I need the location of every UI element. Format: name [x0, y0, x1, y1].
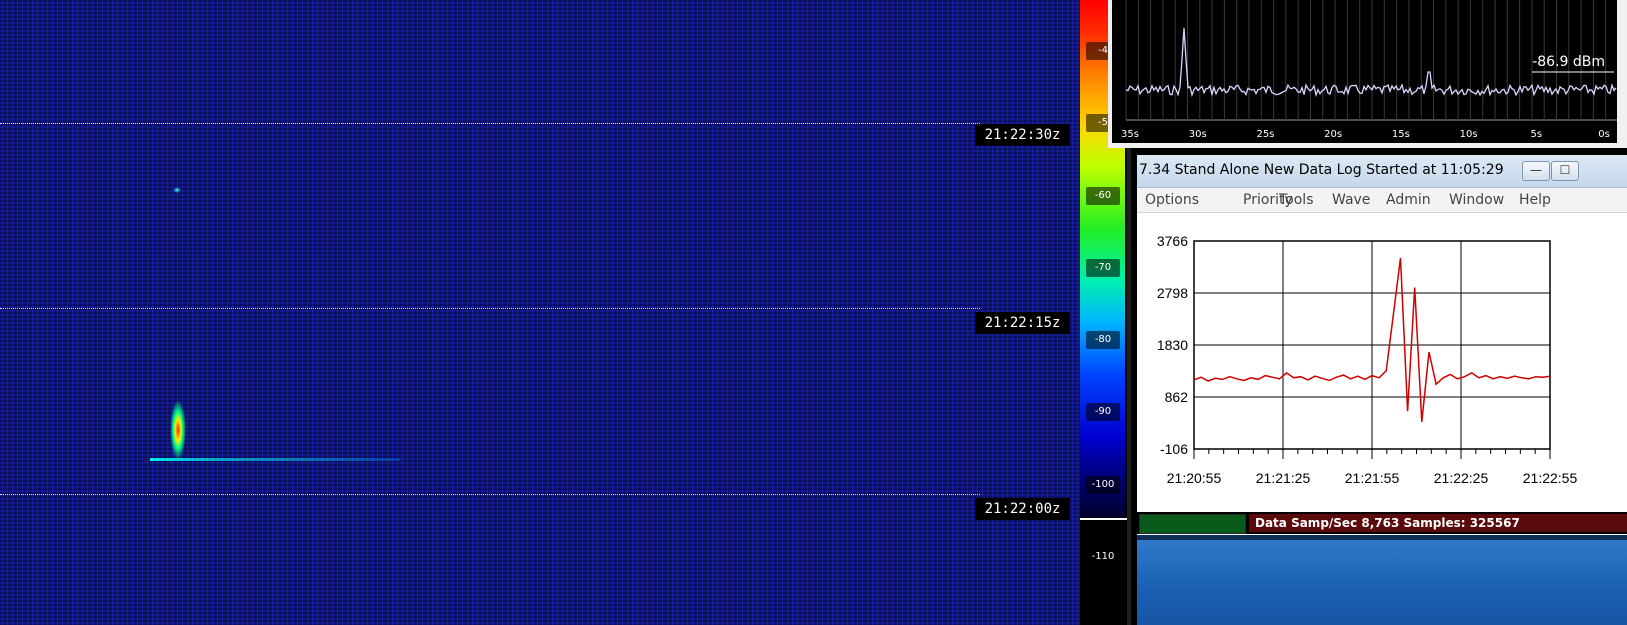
y-tick-label: 2798 [1157, 285, 1188, 301]
power-readout: -86.9 dBm [1532, 54, 1605, 70]
spectrum-tick-label: 0s [1598, 129, 1610, 140]
scale-label: -90 [1086, 403, 1120, 421]
minimize-button[interactable]: — [1522, 161, 1550, 181]
signal-chart: 3766 2798 1830 862 -106 21:20:55 21:21:25 21:21… [1137, 213, 1627, 486]
x-tick-label: 21:21:25 [1256, 470, 1311, 483]
menu-bar: Options Priority Tools Wave Admin Window… [1137, 188, 1627, 213]
time-gridline [0, 308, 980, 309]
minimize-icon: — [1530, 163, 1542, 177]
time-gridline [0, 494, 980, 495]
window-title: 7.34 Stand Alone New Data Log Started at… [1139, 162, 1504, 178]
desktop-background [1137, 540, 1627, 625]
x-tick-label: 21:22:55 [1523, 470, 1578, 483]
time-label: 21:22:00z [975, 498, 1070, 520]
status-bar: Data Samp/Sec 8,763 Samples: 325567 [1137, 512, 1627, 534]
data-log-window: 7.34 Stand Alone New Data Log Started at… [1137, 155, 1627, 535]
time-label: 21:22:30z [975, 124, 1070, 146]
x-tick-label: 21:21:55 [1345, 470, 1400, 483]
x-tick-label: 21:22:25 [1434, 470, 1489, 483]
spectrum-tick-label: 15s [1392, 129, 1410, 140]
status-text: Data Samp/Sec 8,763 Samples: 325567 [1249, 514, 1627, 532]
time-gridline [0, 123, 980, 124]
spectrum-tick-label: 25s [1256, 129, 1274, 140]
scale-marker [1080, 518, 1127, 520]
spectrum-tick-label: 35s [1121, 129, 1139, 140]
spectrum-graph: 35s 30s 25s 20s 15s 10s 5s 0s [1121, 0, 1617, 140]
spectrum-tick-label: 5s [1530, 129, 1542, 140]
time-label: 21:22:15z [975, 312, 1070, 334]
scale-label: -80 [1086, 331, 1120, 349]
signal-chart-svg: 3766 2798 1830 862 -106 21:20:55 21:21:25 21:21… [1157, 233, 1578, 486]
menu-options[interactable]: Options [1145, 192, 1199, 208]
y-tick-label: 1830 [1157, 337, 1188, 353]
menu-wave[interactable]: Wave [1332, 192, 1370, 208]
spectrum-panel: 35s 30s 25s 20s 15s 10s 5s 0s -86.9 dBm [1108, 0, 1627, 148]
scale-label: -70 [1086, 259, 1120, 277]
menu-tools[interactable]: Tools [1279, 192, 1314, 208]
menu-window[interactable]: Window [1449, 192, 1504, 208]
title-bar[interactable]: 7.34 Stand Alone New Data Log Started at… [1137, 155, 1627, 188]
spectrum-tick-label: 30s [1189, 129, 1207, 140]
waterfall-display[interactable]: 21:22:30z 21:22:15z 21:22:00z [0, 0, 1080, 625]
x-tick-label: 21:20:55 [1167, 470, 1222, 483]
status-indicator [1139, 514, 1246, 534]
y-tick-label: 3766 [1157, 233, 1188, 249]
maximize-button[interactable]: ☐ [1551, 161, 1579, 181]
spectrum-tick-label: 10s [1460, 129, 1478, 140]
y-tick-label: -106 [1160, 441, 1188, 457]
maximize-icon: ☐ [1559, 163, 1571, 177]
spectrum-tick-label: 20s [1324, 129, 1342, 140]
spectrum-plot: 35s 30s 25s 20s 15s 10s 5s 0s -86.9 dBm [1112, 0, 1617, 143]
y-tick-label: 862 [1165, 389, 1189, 405]
scale-label: -60 [1086, 187, 1120, 205]
menu-admin[interactable]: Admin [1386, 192, 1431, 208]
scale-label: -100 [1086, 476, 1120, 494]
scale-label: -110 [1086, 548, 1120, 566]
menu-help[interactable]: Help [1519, 192, 1551, 208]
